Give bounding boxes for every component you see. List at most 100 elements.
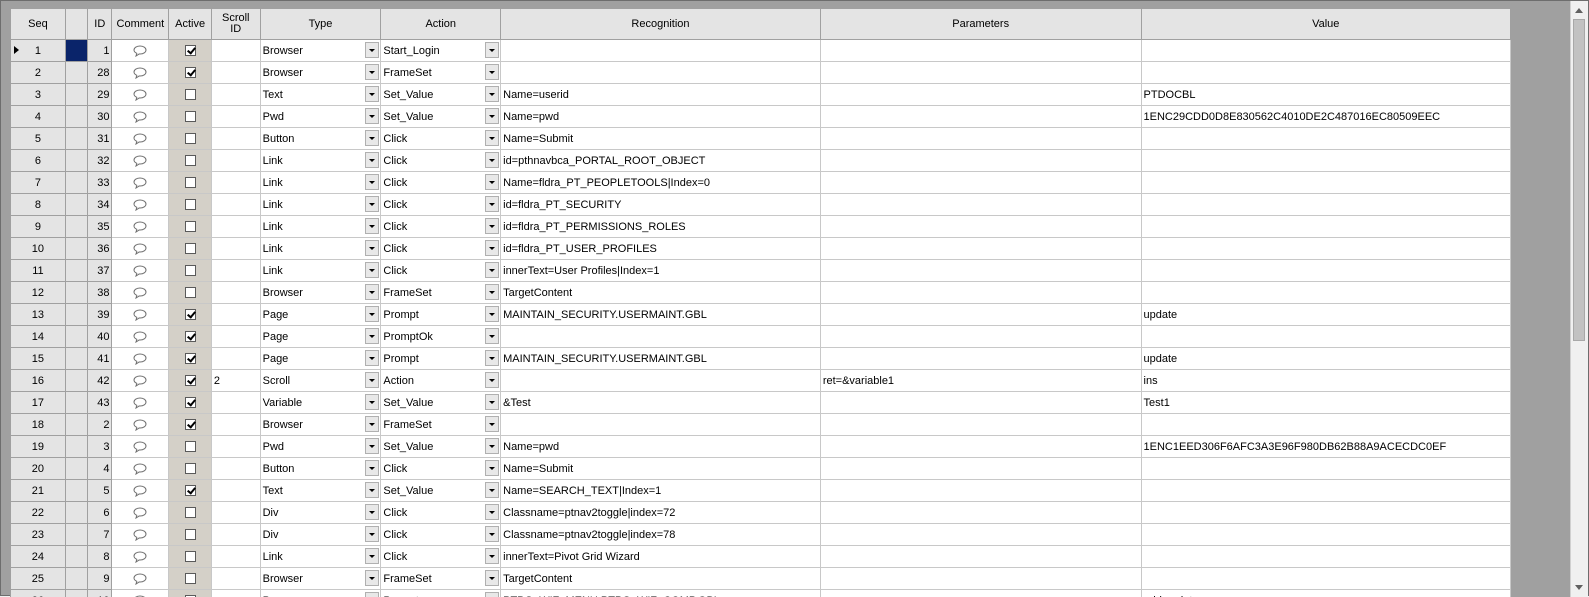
recognition-cell[interactable]: id=fldra_PT_SECURITY xyxy=(501,194,821,216)
action-dropdown-arrow-icon[interactable] xyxy=(485,284,499,300)
type-combo[interactable]: Link xyxy=(260,194,381,216)
row-selector[interactable] xyxy=(65,304,87,326)
comment-cell[interactable] xyxy=(112,282,169,304)
type-combo[interactable]: Scroll xyxy=(260,370,381,392)
type-dropdown-arrow-icon[interactable] xyxy=(365,438,379,454)
seq-cell[interactable]: 6 xyxy=(11,150,66,172)
scroll-id-cell[interactable] xyxy=(211,216,260,238)
comment-cell[interactable] xyxy=(112,128,169,150)
comment-bubble-icon[interactable] xyxy=(133,573,147,585)
action-dropdown-arrow-icon[interactable] xyxy=(485,416,499,432)
recognition-cell[interactable]: MAINTAIN_SECURITY.USERMAINT.GBL xyxy=(501,348,821,370)
seq-cell[interactable]: 14 xyxy=(11,326,66,348)
active-cell[interactable] xyxy=(169,392,212,414)
action-combo[interactable]: Set_Value xyxy=(381,480,501,502)
scroll-id-cell[interactable] xyxy=(211,348,260,370)
table-row[interactable]: 1137LinkClickinnerText=User Profiles|Ind… xyxy=(11,260,1511,282)
type-combo[interactable]: Button xyxy=(260,128,381,150)
action-combo[interactable]: FrameSet xyxy=(381,568,501,590)
row-selector[interactable] xyxy=(65,392,87,414)
active-checkbox[interactable] xyxy=(185,397,196,408)
type-combo[interactable]: Page xyxy=(260,348,381,370)
column-header-scroll-id[interactable]: Scroll ID xyxy=(211,9,260,40)
seq-cell[interactable]: 4 xyxy=(11,106,66,128)
seq-cell[interactable]: 5 xyxy=(11,128,66,150)
row-selector[interactable] xyxy=(65,414,87,436)
type-dropdown-arrow-icon[interactable] xyxy=(365,526,379,542)
active-checkbox[interactable] xyxy=(185,353,196,364)
value-cell[interactable] xyxy=(1141,568,1510,590)
parameters-cell[interactable] xyxy=(820,238,1141,260)
type-combo[interactable]: Link xyxy=(260,260,381,282)
type-combo[interactable]: Link xyxy=(260,150,381,172)
action-combo[interactable]: Set_Value xyxy=(381,84,501,106)
type-dropdown-arrow-icon[interactable] xyxy=(365,64,379,80)
comment-cell[interactable] xyxy=(112,150,169,172)
value-cell[interactable] xyxy=(1141,546,1510,568)
row-selector[interactable] xyxy=(65,370,87,392)
action-dropdown-arrow-icon[interactable] xyxy=(485,86,499,102)
comment-cell[interactable] xyxy=(112,62,169,84)
seq-cell[interactable]: 25 xyxy=(11,568,66,590)
parameters-cell[interactable] xyxy=(820,194,1141,216)
type-dropdown-arrow-icon[interactable] xyxy=(365,504,379,520)
scroll-id-cell[interactable] xyxy=(211,480,260,502)
column-header-type[interactable]: Type xyxy=(260,9,381,40)
active-checkbox[interactable] xyxy=(185,441,196,452)
seq-cell[interactable]: 18 xyxy=(11,414,66,436)
active-cell[interactable] xyxy=(169,282,212,304)
scroll-id-cell[interactable] xyxy=(211,172,260,194)
type-combo[interactable]: Link xyxy=(260,216,381,238)
action-combo[interactable]: Click xyxy=(381,546,501,568)
row-selector[interactable] xyxy=(65,172,87,194)
parameters-cell[interactable] xyxy=(820,524,1141,546)
seq-cell[interactable]: 22 xyxy=(11,502,66,524)
parameters-cell[interactable] xyxy=(820,458,1141,480)
action-combo[interactable]: Click xyxy=(381,524,501,546)
action-combo[interactable]: FrameSet xyxy=(381,62,501,84)
action-dropdown-arrow-icon[interactable] xyxy=(485,394,499,410)
comment-cell[interactable] xyxy=(112,370,169,392)
row-selector[interactable] xyxy=(65,282,87,304)
scroll-id-cell[interactable] xyxy=(211,436,260,458)
value-cell[interactable] xyxy=(1141,282,1510,304)
active-cell[interactable] xyxy=(169,568,212,590)
action-dropdown-arrow-icon[interactable] xyxy=(485,64,499,80)
scroll-up-arrow-icon[interactable] xyxy=(1573,5,1585,17)
parameters-cell[interactable]: ret=&variable1 xyxy=(820,370,1141,392)
seq-cell[interactable]: 23 xyxy=(11,524,66,546)
value-cell[interactable] xyxy=(1141,260,1510,282)
column-header-value[interactable]: Value xyxy=(1141,9,1510,40)
row-selector[interactable] xyxy=(65,238,87,260)
value-cell[interactable] xyxy=(1141,238,1510,260)
value-cell[interactable]: PTDOCBL xyxy=(1141,84,1510,106)
recognition-cell[interactable]: Name=pwd xyxy=(501,436,821,458)
seq-cell[interactable]: 19 xyxy=(11,436,66,458)
scroll-id-cell[interactable] xyxy=(211,150,260,172)
type-dropdown-arrow-icon[interactable] xyxy=(365,548,379,564)
action-dropdown-arrow-icon[interactable] xyxy=(485,548,499,564)
type-dropdown-arrow-icon[interactable] xyxy=(365,86,379,102)
recognition-cell[interactable]: innerText=Pivot Grid Wizard xyxy=(501,546,821,568)
value-cell[interactable] xyxy=(1141,524,1510,546)
action-combo[interactable]: Click xyxy=(381,128,501,150)
parameters-cell[interactable] xyxy=(820,414,1141,436)
active-cell[interactable] xyxy=(169,546,212,568)
type-combo[interactable]: Page xyxy=(260,304,381,326)
row-selector[interactable] xyxy=(65,546,87,568)
recognition-cell[interactable]: Name=Submit xyxy=(501,128,821,150)
recognition-cell[interactable]: Classname=ptnav2toggle|index=72 xyxy=(501,502,821,524)
table-row[interactable]: 1036LinkClickid=fldra_PT_USER_PROFILES xyxy=(11,238,1511,260)
comment-cell[interactable] xyxy=(112,546,169,568)
action-dropdown-arrow-icon[interactable] xyxy=(485,526,499,542)
comment-bubble-icon[interactable] xyxy=(133,507,147,519)
recognition-cell[interactable] xyxy=(501,370,821,392)
comment-bubble-icon[interactable] xyxy=(133,89,147,101)
row-selector[interactable] xyxy=(65,568,87,590)
comment-bubble-icon[interactable] xyxy=(133,529,147,541)
active-checkbox[interactable] xyxy=(185,67,196,78)
comment-bubble-icon[interactable] xyxy=(133,441,147,453)
table-row[interactable]: 16422ScrollActionret=&variable1ins xyxy=(11,370,1511,392)
row-selector[interactable] xyxy=(65,40,87,62)
comment-bubble-icon[interactable] xyxy=(133,221,147,233)
